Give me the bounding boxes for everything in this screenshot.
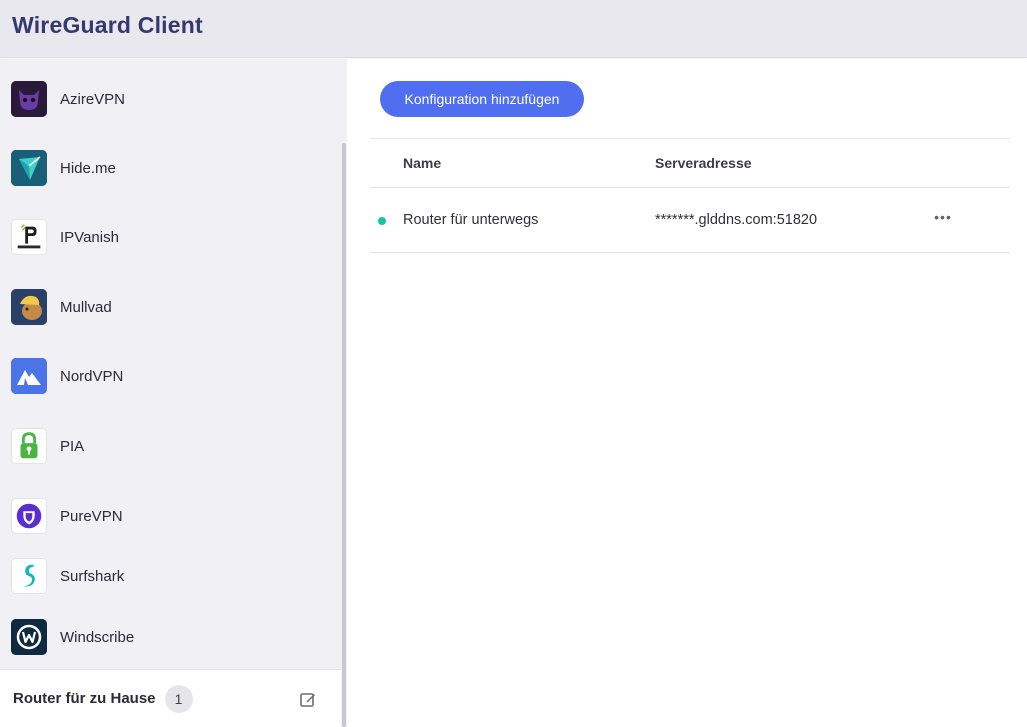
row-server-address: *******.glddns.com:51820	[655, 212, 818, 228]
sidebar-item-nordvpn[interactable]: NordVPN	[0, 346, 341, 406]
more-options-icon[interactable]: •••	[932, 210, 954, 230]
hideme-logo-icon	[11, 150, 47, 186]
mullvad-logo-icon	[11, 289, 47, 325]
sidebar-scrollbar-thumb[interactable]	[342, 143, 346, 727]
add-configuration-button[interactable]: Konfiguration hinzufügen	[380, 81, 584, 117]
config-count-badge: 1	[164, 684, 193, 713]
sidebar-item-label: Hide.me	[60, 159, 116, 177]
app-title: WireGuard Client	[12, 12, 203, 38]
sidebar-item-label: AzireVPN	[60, 90, 126, 108]
windscribe-logo-icon	[11, 619, 47, 655]
sidebar-item-hideme[interactable]: Hide.me	[0, 138, 341, 198]
sidebar-item-windscribe[interactable]: Windscribe	[0, 607, 341, 667]
current-config-name: Router für zu Hause	[13, 690, 156, 707]
sidebar-item-label: PIA	[60, 437, 85, 455]
sidebar: AzireVPN Hide.me IPVanish Mullvad NordVP…	[0, 59, 347, 727]
edit-icon[interactable]	[299, 691, 317, 709]
sidebar-item-label: PureVPN	[60, 507, 123, 525]
ipvanish-logo-icon	[11, 219, 47, 255]
row-config-name: Router für unterwegs	[403, 212, 539, 228]
column-header-name: Name	[403, 155, 442, 171]
azirevpn-logo-icon	[11, 81, 47, 117]
sidebar-item-label: IPVanish	[60, 228, 119, 246]
pia-logo-icon	[11, 428, 47, 464]
nordvpn-logo-icon	[11, 358, 47, 394]
provider-list: AzireVPN Hide.me IPVanish Mullvad NordVP…	[0, 59, 341, 669]
column-header-server: Serveradresse	[655, 155, 752, 171]
status-dot-icon	[378, 217, 386, 225]
sidebar-item-label: Windscribe	[60, 628, 135, 646]
sidebar-item-ipvanish[interactable]: IPVanish	[0, 207, 341, 267]
sidebar-item-label: NordVPN	[60, 367, 124, 385]
sidebar-item-label: Surfshark	[60, 567, 125, 585]
surfshark-logo-icon	[11, 558, 47, 594]
sidebar-item-surfshark[interactable]: Surfshark	[0, 546, 341, 606]
current-config-bar: Router für zu Hause 1	[0, 669, 341, 727]
table-row[interactable]: Router für unterwegs *******.glddns.com:…	[370, 188, 1010, 253]
config-table: Name Serveradresse Router für unterwegs …	[370, 138, 1010, 253]
app-header: WireGuard Client	[0, 0, 1027, 58]
sidebar-item-label: Mullvad	[60, 298, 112, 316]
table-header: Name Serveradresse	[370, 138, 1010, 188]
sidebar-item-pia[interactable]: PIA	[0, 416, 341, 476]
sidebar-item-azirevpn[interactable]: AzireVPN	[0, 69, 341, 129]
main-panel: Konfiguration hinzufügen Name Serveradre…	[347, 59, 1027, 727]
purevpn-logo-icon	[11, 498, 47, 534]
sidebar-item-mullvad[interactable]: Mullvad	[0, 277, 341, 337]
sidebar-item-purevpn[interactable]: PureVPN	[0, 486, 341, 546]
